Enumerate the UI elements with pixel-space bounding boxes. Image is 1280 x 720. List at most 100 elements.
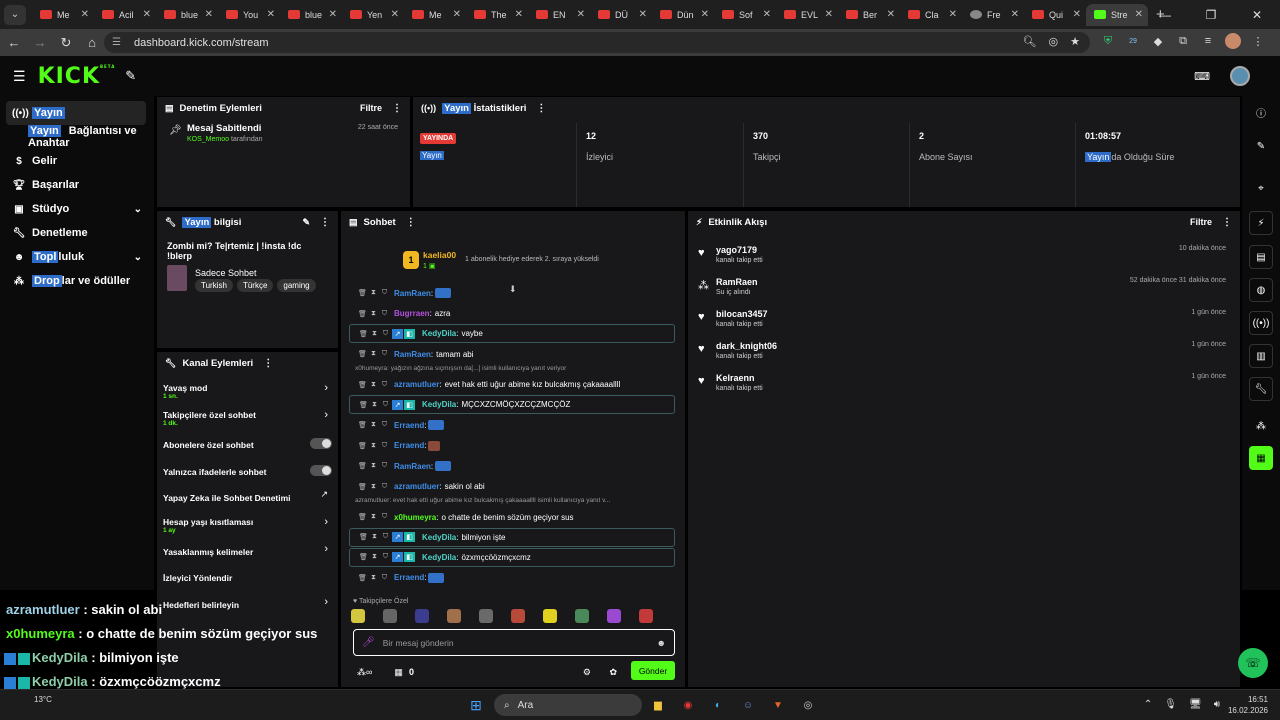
shield-extension-icon[interactable]: ⛨ (1100, 33, 1116, 49)
windows-start-icon[interactable]: ⊞ (466, 695, 486, 715)
edit-pencil-icon[interactable]: ✎ (302, 217, 310, 228)
chat-message[interactable]: 🗑︎ ⧗ ⛉ ↗ ◧ KedyDila: vaybe (349, 324, 675, 343)
sidebar-item-denetleme[interactable]: 🔧︎ Denetleme (0, 221, 154, 245)
creator-tools-icon[interactable]: ✎ (125, 68, 136, 84)
browser-tab[interactable]: The ✕ (466, 4, 528, 26)
delete-icon[interactable]: 🗑︎ (358, 330, 369, 338)
mod-entry-user[interactable]: KOS_Memoo (187, 136, 229, 143)
browser-tab[interactable]: Fre ✕ (962, 4, 1024, 26)
browser-tab[interactable]: blue ✕ (156, 4, 218, 26)
kick-logo[interactable]: KICKBETA (38, 64, 116, 89)
mod-more-icon[interactable]: ⋮ (392, 103, 402, 114)
channel-action-i-zleyici-y-nlendir[interactable]: İzleyici Yönlendir (157, 565, 338, 592)
browser-tab[interactable]: Dün ✕ (652, 4, 714, 26)
emote-item[interactable] (383, 609, 397, 623)
chat-bubble-icon[interactable]: ◍ (1249, 278, 1273, 302)
chat-username[interactable]: azramutluer (394, 380, 439, 389)
channel-action-yasaklanm-kelimeler[interactable]: Yasaklanmış kelimeler › (157, 539, 338, 566)
browser-tab[interactable]: Ber ✕ (838, 4, 900, 26)
delete-icon[interactable]: 🗑︎ (357, 574, 368, 582)
bookmark-star-icon[interactable]: ★ (1070, 35, 1080, 48)
sidebar-item-gelir[interactable]: $ Gelir (0, 149, 154, 173)
sidebar-item-luluk[interactable]: ☻ Topl luluk ⌄ (0, 245, 154, 269)
microphone-icon[interactable]: 🎤︎ (362, 637, 375, 648)
browser-tab[interactable]: Qui ✕ (1024, 4, 1086, 26)
obs-icon[interactable]: ◎ (798, 695, 818, 715)
timeout-icon[interactable]: ⧗ (368, 483, 379, 491)
chat-username[interactable]: x0humeyra (394, 513, 436, 522)
emoji-picker-icon[interactable]: ☻ (657, 638, 666, 648)
sidebar-item-ba-ar-lar[interactable]: 🏆︎ Başarılar (0, 173, 154, 197)
timeout-icon[interactable]: ⧗ (369, 533, 380, 541)
event-username[interactable]: bilocan3457 (716, 305, 1240, 319)
profile-avatar[interactable] (1225, 33, 1241, 49)
timeout-icon[interactable]: ⧗ (368, 442, 379, 450)
browser-tab[interactable]: DÜ ✕ (590, 4, 652, 26)
channel-action-abonelere-zel-sohbet[interactable]: Abonelere özel sohbet (157, 432, 338, 459)
document-icon[interactable]: ▤ (1249, 245, 1273, 269)
chat-message[interactable]: 🗑︎ ⧗ ⛉ Erraend: (349, 436, 679, 457)
url-field[interactable]: ☰ dashboard.kick.com/stream 🔍︎ ◎ ★ (104, 32, 1090, 53)
delete-icon[interactable]: 🗑︎ (358, 401, 369, 409)
timeout-icon[interactable]: ⧗ (368, 462, 379, 470)
stream-info-more-icon[interactable]: ⋮ (320, 217, 330, 228)
category-name[interactable]: Sadece Sohbet (195, 268, 257, 278)
timeout-icon[interactable]: ⧗ (368, 310, 379, 318)
activity-event[interactable]: ♥ Kelraenn kanalı takip etti 1 gün önce (688, 369, 1240, 401)
emote-item[interactable] (415, 609, 429, 623)
chevron-right-icon[interactable]: › (324, 596, 328, 608)
delete-icon[interactable]: 🗑︎ (357, 513, 368, 521)
event-username[interactable]: Kelraenn (716, 369, 1240, 383)
delete-icon[interactable]: 🗑︎ (357, 289, 368, 297)
site-info-icon[interactable]: ☰ (112, 37, 126, 48)
ban-shield-icon[interactable]: ⛉ (379, 462, 390, 470)
chat-username[interactable]: Erraend (394, 441, 424, 450)
stream-tag[interactable]: Türkçe (236, 279, 274, 292)
toggle-switch[interactable] (310, 464, 332, 476)
browser-tab[interactable]: You ✕ (218, 4, 280, 26)
minimize-button[interactable]: — (1142, 0, 1188, 29)
channel-action-yava-mod[interactable]: Yavaş mod 1 sn. › (157, 378, 338, 405)
stream-tag[interactable]: gaming (277, 279, 316, 292)
chat-input-box[interactable]: 🎤︎ ☻ (353, 629, 675, 656)
channel-points-icon[interactable]: ⁂∞ (357, 667, 372, 678)
channel-action-takip-ilere-zel-sohbet[interactable]: Takipçilere özel sohbet 1 dk. › (157, 405, 338, 432)
chevron-right-icon[interactable]: › (324, 516, 328, 528)
wrench-icon[interactable]: 🔧︎ (1249, 377, 1273, 401)
chat-username[interactable]: azramutluer (394, 482, 439, 491)
file-explorer-icon[interactable]: ▆ (648, 695, 668, 715)
brave-icon[interactable]: ▼ (768, 695, 788, 715)
tab-close-icon[interactable]: ✕ (81, 9, 89, 20)
chat-message[interactable]: 🗑︎ ⧗ ⛉ ↗ ◧ KedyDila: MÇCXZCMÖÇXZCÇZMCÇÖZ (349, 395, 675, 414)
browser-tab[interactable]: EVL ✕ (776, 4, 838, 26)
chat-username[interactable]: Bugrraen (394, 309, 430, 318)
browser-tab[interactable]: Cla ✕ (900, 4, 962, 26)
delete-icon[interactable]: 🗑︎ (358, 553, 369, 561)
chat-settings-icon[interactable]: ⚙ (583, 667, 591, 678)
weather-widget[interactable]: 13°C (34, 695, 52, 704)
timeout-icon[interactable]: ⧗ (369, 401, 380, 409)
chat-username[interactable]: Erraend (394, 573, 424, 582)
chrome-icon[interactable]: ◉ (678, 695, 698, 715)
ban-shield-icon[interactable]: ⛉ (379, 442, 390, 450)
tab-close-icon[interactable]: ✕ (825, 9, 833, 20)
lightning-icon[interactable]: ⚡︎ (1249, 211, 1273, 235)
timeout-icon[interactable]: ⧗ (369, 330, 380, 338)
keyboard-shortcuts-icon[interactable]: ⌨ (1194, 70, 1210, 83)
delete-icon[interactable]: 🗑︎ (357, 421, 368, 429)
ban-shield-icon[interactable]: ⛉ (379, 421, 390, 429)
chat-message[interactable]: 🗑︎ ⧗ ⛉ ↗ ◧ KedyDila: özxmçcöözmçxcmz (349, 547, 675, 567)
timeout-icon[interactable]: ⧗ (369, 553, 380, 561)
tab-close-icon[interactable]: ✕ (577, 9, 585, 20)
browser-tab[interactable]: Sof ✕ (714, 4, 776, 26)
pen-icon[interactable]: ✎ (1249, 134, 1273, 158)
home-button[interactable]: ⌂ (80, 35, 104, 50)
taskbar-clock[interactable]: 16:51 16.02.2026 (1228, 694, 1268, 716)
info-icon[interactable]: ⓘ (1249, 100, 1273, 124)
floating-action-button[interactable]: ☏ (1238, 648, 1268, 678)
ban-shield-icon[interactable]: ⛉ (379, 310, 390, 318)
tab-close-icon[interactable]: ✕ (453, 9, 461, 20)
user-avatar[interactable] (1230, 66, 1250, 86)
activity-event[interactable]: ⁂ RamRaen Su iç alındı 52 dakika önce 31 da… (688, 273, 1240, 305)
extension-badge-icon[interactable]: 29 (1125, 33, 1141, 49)
